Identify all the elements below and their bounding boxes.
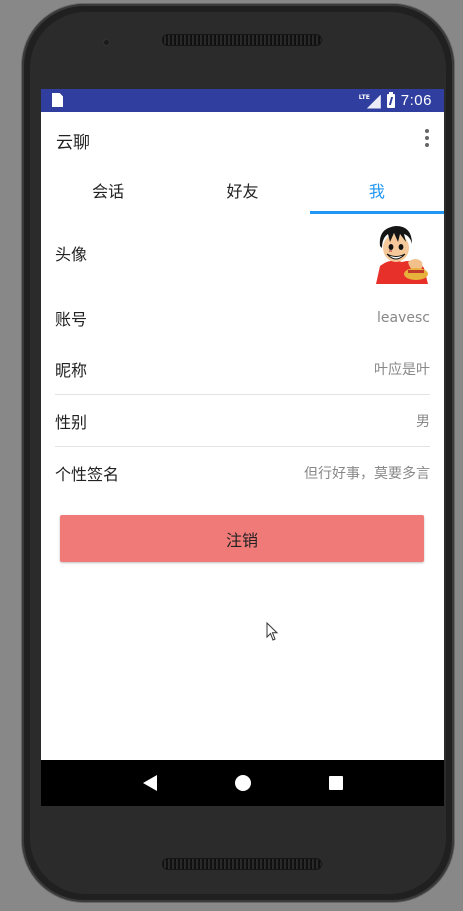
signature-label: 个性签名 xyxy=(55,464,120,484)
mouse-cursor-icon xyxy=(266,622,279,641)
network-label: LTE xyxy=(358,93,370,101)
tab-me[interactable]: 我 xyxy=(309,166,444,214)
nickname-value: 叶应是叶 xyxy=(374,361,430,378)
top-speaker-grille xyxy=(162,34,322,46)
recents-button[interactable] xyxy=(316,763,356,803)
menu-dot xyxy=(425,136,429,140)
status-clock: 7:06 xyxy=(400,92,432,109)
gender-row[interactable]: 性别 男 xyxy=(55,394,430,446)
nickname-label: 昵称 xyxy=(55,360,88,380)
account-row[interactable]: 账号 leavesc xyxy=(55,292,430,343)
gender-label: 性别 xyxy=(55,412,88,432)
avatar-row[interactable]: 头像 xyxy=(55,214,430,292)
front-camera xyxy=(104,40,109,45)
menu-dot xyxy=(425,129,429,133)
menu-dot xyxy=(425,143,429,147)
battery-charging-icon xyxy=(386,91,395,108)
tab-bar: 会话 好友 我 xyxy=(41,166,444,214)
recents-square-icon xyxy=(328,776,343,790)
app-bar: 云聊 xyxy=(41,112,444,166)
nickname-row[interactable]: 昵称 叶应是叶 xyxy=(55,343,430,394)
status-bar: LTE 7:06 xyxy=(41,89,444,112)
app-title: 云聊 xyxy=(56,133,90,153)
back-button[interactable] xyxy=(130,763,170,803)
logout-button[interactable]: 注销 xyxy=(60,515,424,562)
avatar-image xyxy=(372,222,430,284)
home-circle-icon xyxy=(234,775,251,791)
system-nav-bar xyxy=(41,760,444,806)
back-triangle-icon xyxy=(142,775,157,791)
more-vert-icon[interactable] xyxy=(420,126,434,150)
tab-conversations[interactable]: 会话 xyxy=(41,166,175,214)
signature-row[interactable]: 个性签名 但行好事，莫要多言 xyxy=(55,446,430,498)
device-screen: LTE 7:06 云聊 会话 好友 我 头像 账号 leavesc 昵称 叶应是… xyxy=(41,89,444,806)
avatar-label: 头像 xyxy=(55,245,88,264)
avatar[interactable] xyxy=(372,222,430,284)
account-value: leavesc xyxy=(377,309,430,326)
lte-signal-icon: LTE xyxy=(359,93,381,109)
status-icons: LTE 7:06 xyxy=(359,91,432,110)
signature-value: 但行好事，莫要多言 xyxy=(304,465,430,482)
bottom-speaker-grille xyxy=(162,858,322,870)
sim-card-icon xyxy=(52,93,63,107)
home-button[interactable] xyxy=(223,763,263,803)
gender-value: 男 xyxy=(416,413,430,430)
account-label: 账号 xyxy=(55,309,88,329)
profile-list: 头像 账号 leavesc 昵称 叶应是叶 性别 男 个性签名 但行好事，莫要多… xyxy=(41,214,444,498)
tab-friends[interactable]: 好友 xyxy=(175,166,309,214)
